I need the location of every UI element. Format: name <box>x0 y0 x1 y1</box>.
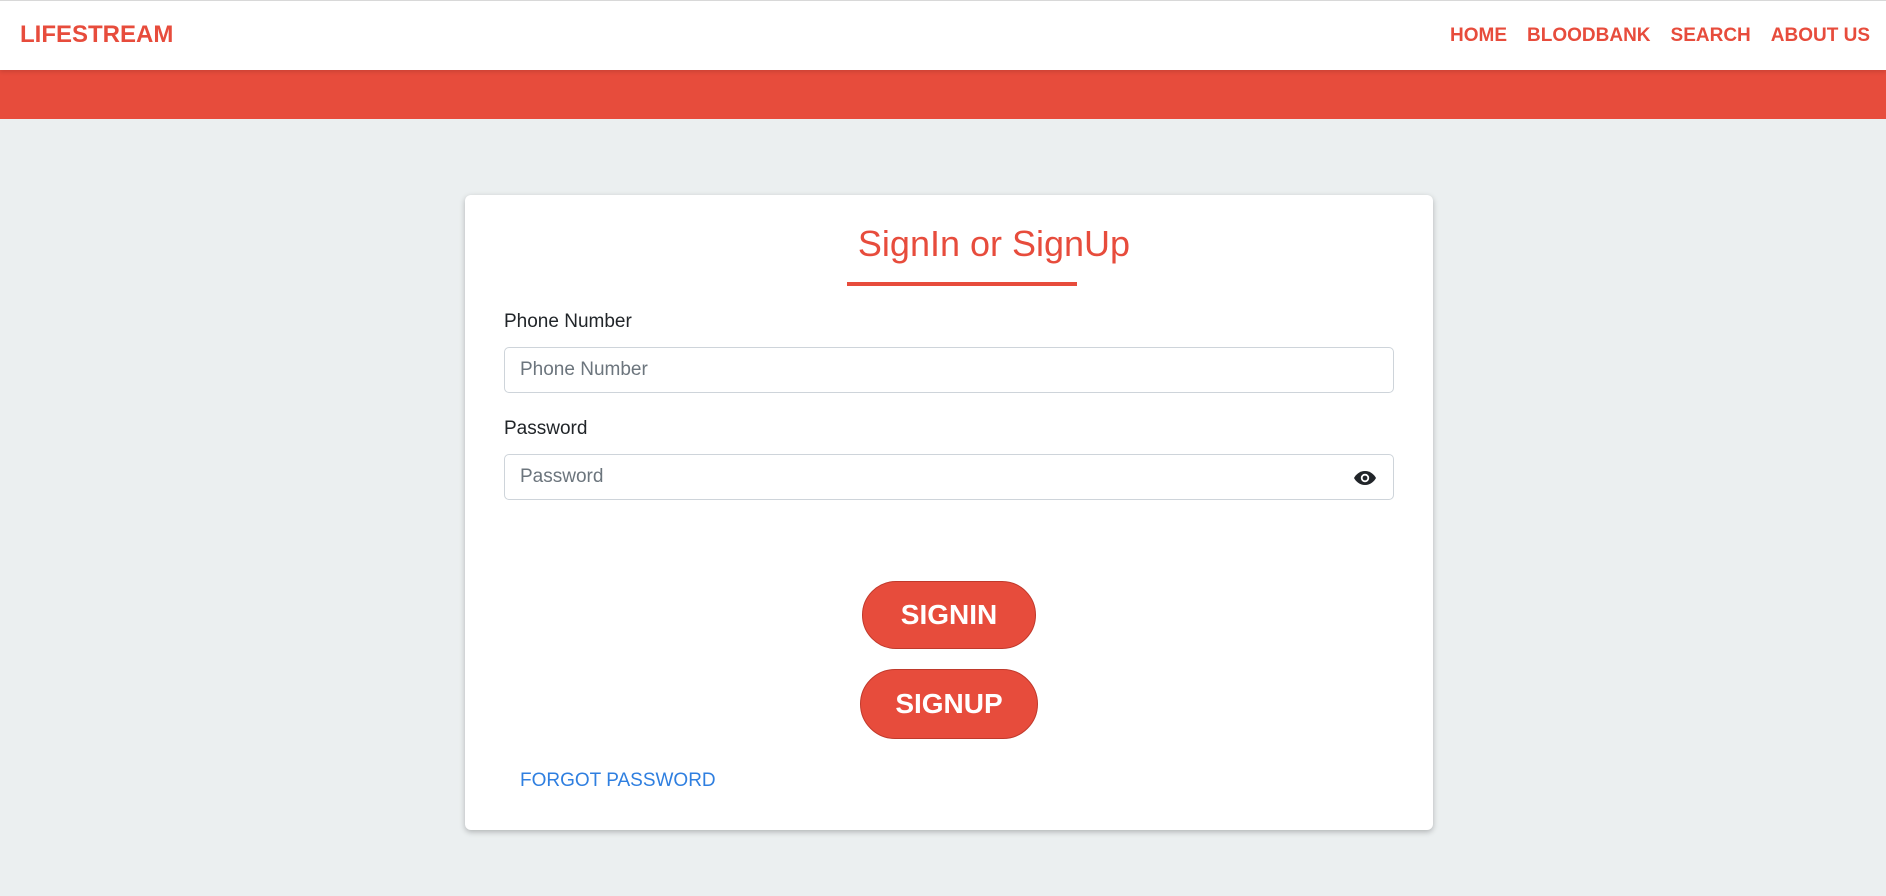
header-banner <box>0 70 1886 119</box>
nav-bloodbank[interactable]: BLOODBANK <box>1527 25 1651 47</box>
phone-input[interactable] <box>504 347 1394 393</box>
auth-card: SignIn or SignUp Phone Number Password S… <box>465 195 1433 830</box>
signup-button[interactable]: SIGNUP <box>860 669 1038 739</box>
phone-label: Phone Number <box>504 311 632 332</box>
eye-icon[interactable] <box>1353 469 1377 487</box>
forgot-password-link[interactable]: FORGOT PASSWORD <box>520 770 716 792</box>
navbar: LIFESTREAM HOME BLOODBANK SEARCH ABOUT U… <box>0 0 1886 70</box>
signin-button[interactable]: SIGNIN <box>862 581 1036 649</box>
nav-about-us[interactable]: ABOUT US <box>1771 25 1870 47</box>
password-label: Password <box>504 418 588 439</box>
card-title: SignIn or SignUp <box>857 223 1131 264</box>
nav-links: HOME BLOODBANK SEARCH ABOUT US <box>1430 25 1870 47</box>
title-underline <box>847 282 1077 286</box>
nav-search[interactable]: SEARCH <box>1671 25 1751 47</box>
password-input[interactable] <box>504 454 1394 500</box>
brand-logo[interactable]: LIFESTREAM <box>20 21 173 49</box>
nav-home[interactable]: HOME <box>1450 25 1507 47</box>
